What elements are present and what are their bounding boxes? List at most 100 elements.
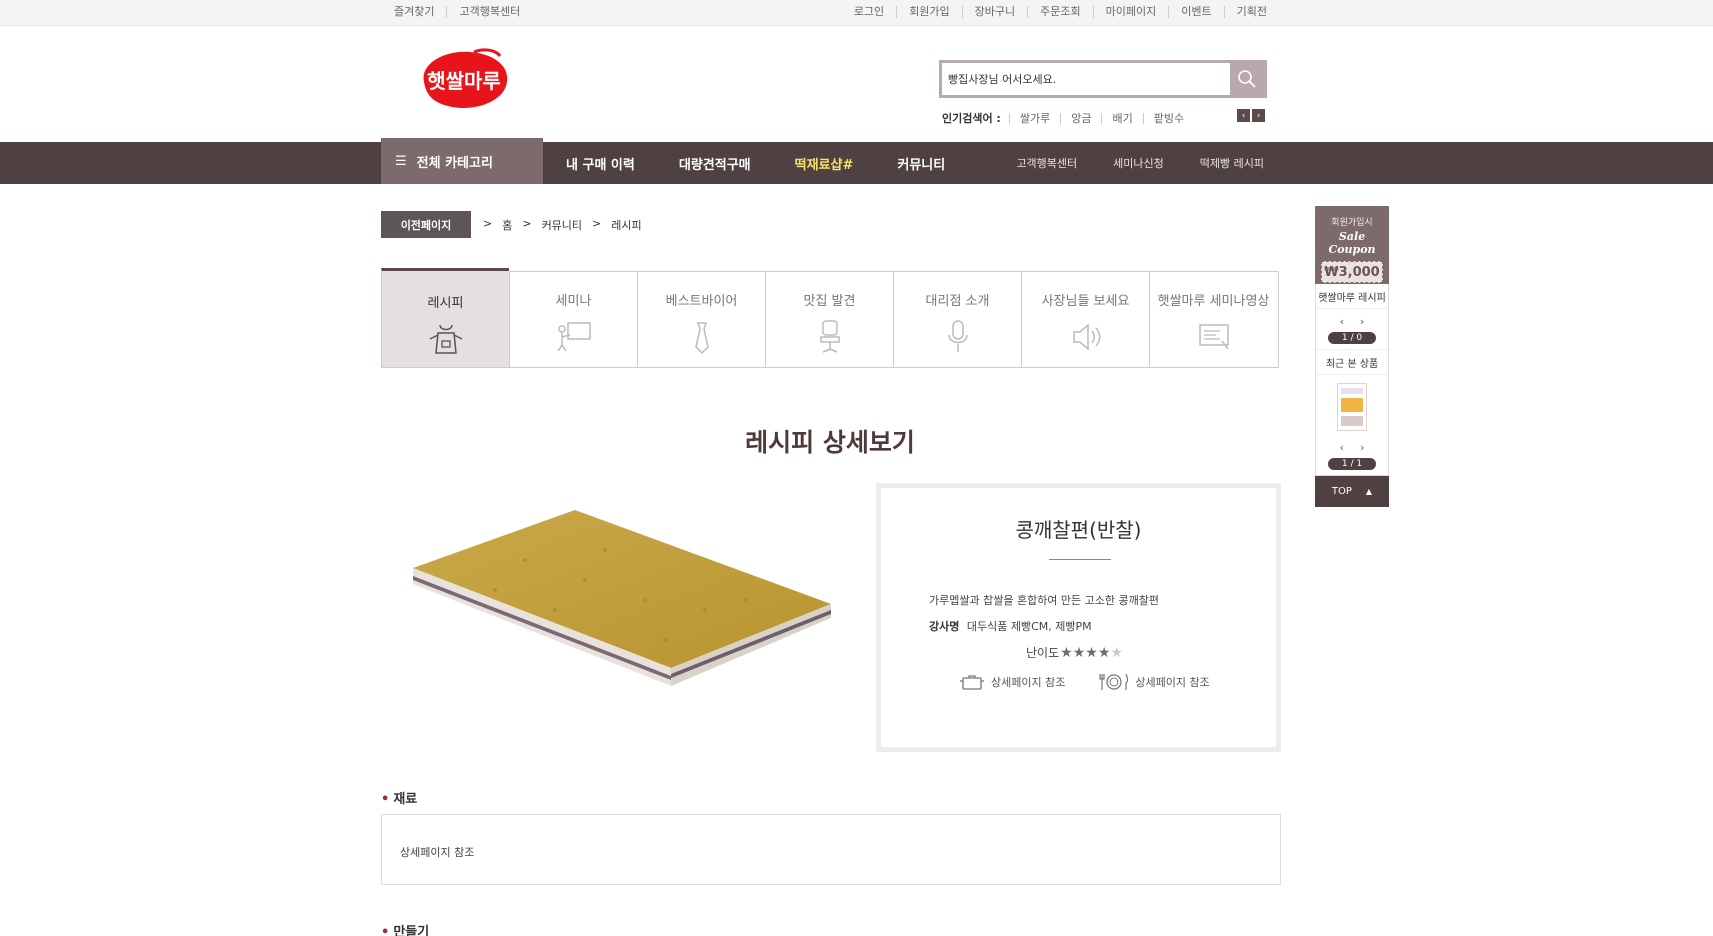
nav-purchase-history[interactable]: 내 구매 이력 [566,154,635,173]
apron-icon [429,324,462,354]
breadcrumb-home[interactable]: 홈 [502,217,512,233]
nav-bakery-recipe[interactable]: 떡제빵 레시피 [1200,155,1264,171]
scroll-top-button[interactable]: TOP ▲ [1315,476,1389,507]
serving-info: 상세페이지 참조 [1099,672,1210,692]
event-link[interactable]: 이벤트 [1168,6,1223,18]
tab-recipe[interactable]: 레시피 [381,268,509,367]
method-label: 만들기 [393,925,430,936]
time-info: 상세페이지 참조 [959,673,1065,691]
utility-right: 로그인 회원가입 장바구니 주문조회 마이페이지 이벤트 기획전 [854,6,1267,18]
bookmark-link[interactable]: 즐겨찾기 [394,6,446,18]
caret-up-icon: ▲ [1365,487,1373,496]
top-utility-bar: 즐겨찾기 고객행복센터 로그인 회원가입 장바구니 주문조회 마이페이지 이벤트… [0,0,1713,26]
search-bar [939,60,1267,98]
coupon-caption: 회원가입시 [1331,218,1373,228]
recent-product-thumbnail[interactable] [1337,383,1367,431]
ingredients-text: 상세페이지 참조 [400,846,475,859]
tab-seminar[interactable]: 세미나 [509,272,637,367]
nav-community[interactable]: 커뮤니티 [897,154,945,173]
tab-owners[interactable]: 사장님들 보세요 [1021,272,1149,367]
ingredients-label: 재료 [393,792,418,807]
side-quick-menu: 회원가입시 Sale Coupon ₩3,000 햇쌀마루 레시피 ‹ › 1 … [1315,206,1389,507]
chevron-right-icon[interactable]: › [1360,315,1364,328]
star-icon: ★ [1072,644,1086,661]
keyword-item[interactable]: 쌀가루 [1008,112,1060,124]
top-label: TOP [1331,486,1352,497]
recipe-meta: 상세페이지 참조 상세페이지 참조 [959,672,1236,692]
order-lookup-link[interactable]: 주문조회 [1027,6,1092,18]
signup-link[interactable]: 회원가입 [896,6,961,18]
cart-link[interactable]: 장바구니 [961,6,1027,18]
site-logo[interactable]: 햇쌀마루 [414,46,514,114]
recipe-info-box: 콩깨찰편(반찰) 가루멥쌀과 찹쌀을 혼합하여 만든 고소한 콩깨찰편 강사명 … [876,483,1281,752]
video-screen-icon [1198,324,1229,350]
chevron-left-icon[interactable]: ‹ [1237,109,1250,122]
time-text: 상세페이지 참조 [991,676,1066,689]
tab-label: 대리점 소개 [925,294,990,309]
tab-restaurant[interactable]: 맛집 발견 [765,272,893,367]
tab-label: 사장님들 보세요 [1041,294,1130,309]
nav-seminar-apply[interactable]: 세미나신청 [1113,155,1164,171]
logo-text: 햇쌀마루 [427,69,501,93]
chevron-left-icon[interactable]: ‹ [1340,315,1344,328]
breadcrumb-community[interactable]: 커뮤니티 [542,217,582,233]
recipe-panel-arrows: ‹ › [1316,309,1388,328]
prev-page-button[interactable]: 이전페이지 [381,211,471,238]
star-icon: ★ [1085,644,1098,661]
search-button[interactable] [1230,63,1264,95]
main-nav: ☰ 전체 카테고리 내 구매 이력 대량견적구매 떡재료샵# 커뮤니티 고객행복… [0,138,1713,184]
special-link[interactable]: 기획전 [1223,6,1267,18]
star-icon: ★ [1097,644,1111,661]
nav-customer-center[interactable]: 고객행복센터 [1016,155,1077,171]
chevron-right-icon[interactable]: › [1252,109,1265,122]
chevron-left-icon[interactable]: ‹ [1340,441,1344,454]
recipe-teacher: 강사명 대두식품 제빵CM, 제빵PM [929,618,1092,634]
breadcrumb-sep: > [592,217,602,230]
keyword-item[interactable]: 앙금 [1060,112,1101,124]
teacher-value: 대두식품 제빵CM, 제빵PM [966,620,1092,633]
recent-panel-title: 최근 본 상품 [1316,349,1388,375]
login-link[interactable]: 로그인 [854,6,896,18]
necktie-icon [694,322,709,355]
tab-seminar-video[interactable]: 햇쌀마루 세미나영상 [1149,272,1277,367]
speaker-icon [1072,323,1100,351]
keyword-item[interactable]: 팥빙수 [1142,112,1194,124]
popular-label: 인기검색어 : [942,112,1001,125]
serving-text: 상세페이지 참조 [1135,676,1210,689]
chevron-right-icon[interactable]: › [1360,441,1364,454]
search-input[interactable] [942,63,1230,95]
customer-center-link[interactable]: 고객행복센터 [446,6,532,18]
coupon-title: Sale Coupon [1328,230,1376,256]
nav-main-items: 내 구매 이력 대량견적구매 떡재료샵# 커뮤니티 [566,142,989,184]
breadcrumb-sep: > [483,217,493,230]
page-title: 레시피 상세보기 [745,428,915,457]
tab-agency[interactable]: 대리점 소개 [893,272,1021,367]
signup-coupon-banner[interactable]: 회원가입시 Sale Coupon ₩3,000 [1315,206,1389,284]
breadcrumb-recipe: 레시피 [611,219,642,232]
method-heading: • 만들기 [381,921,429,936]
tab-label: 맛집 발견 [803,294,856,309]
teacher-label: 강사명 [929,620,960,633]
nav-bulk-order[interactable]: 대량견적구매 [679,154,751,173]
recipe-name: 콩깨찰편(반찰) [1015,518,1142,542]
mypage-link[interactable]: 마이페이지 [1092,6,1169,18]
recipe-image [413,510,831,686]
ingredients-box: 상세페이지 참조 [381,814,1281,885]
difficulty-label: 난이도 [1026,646,1060,660]
utility-left: 즐겨찾기 고객행복센터 [394,6,532,18]
keyword-item[interactable]: 배기 [1101,112,1142,124]
plate-cutlery-icon [1099,673,1129,690]
tab-label: 베스트바이어 [665,294,738,309]
all-category-button[interactable]: ☰ 전체 카테고리 [381,138,543,184]
ingredients-heading: • 재료 [381,788,417,807]
tab-label: 세미나 [555,294,592,309]
nav-rice-cake-shop[interactable]: 떡재료샵# [795,154,854,173]
menu-icon: ☰ [395,153,407,169]
chair-icon [819,320,840,353]
tab-best-buyer[interactable]: 베스트바이어 [637,272,765,367]
category-label: 전체 카테고리 [416,155,493,171]
pot-icon [960,675,984,690]
presentation-icon [556,322,591,352]
search-icon [1238,70,1256,88]
recipe-description: 가루멥쌀과 찹쌀을 혼합하여 만든 고소한 콩깨찰편 [929,594,1160,607]
